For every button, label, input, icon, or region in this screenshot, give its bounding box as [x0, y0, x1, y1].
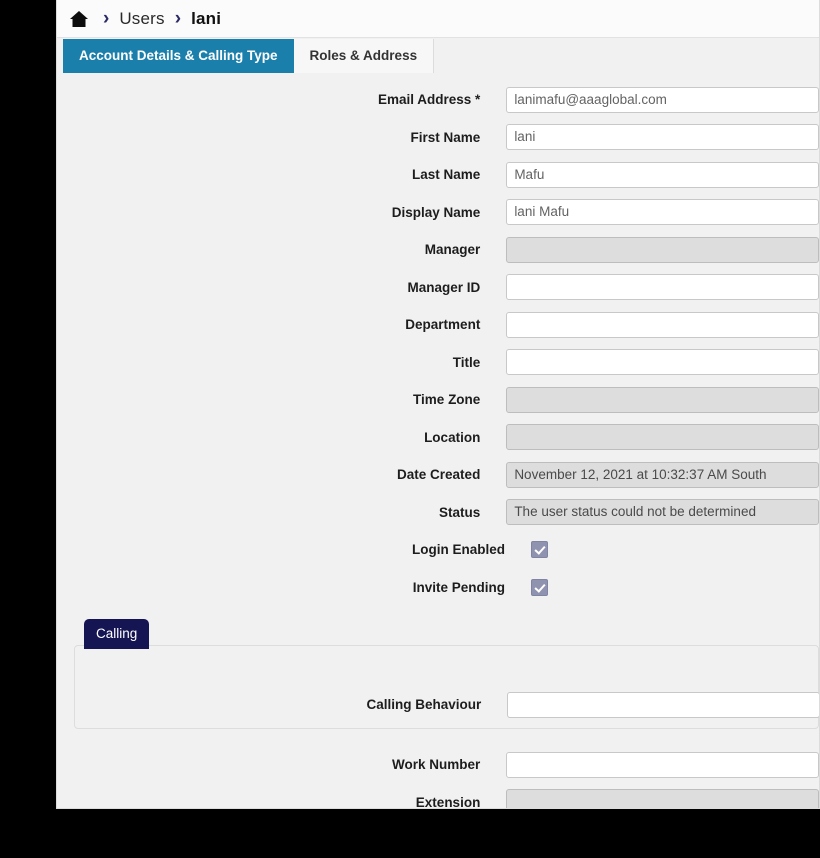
label-extension: Extension — [415, 794, 481, 808]
label-time-zone: Time Zone — [413, 392, 481, 408]
tab-roles-and-address[interactable]: Roles & Address — [293, 39, 435, 73]
label-last-name: Last Name — [412, 167, 481, 183]
label-calling-behaviour: Calling Behaviour — [366, 697, 482, 713]
input-time-zone — [506, 386, 819, 413]
input-title[interactable] — [506, 349, 819, 376]
label-manager-id: Manager ID — [407, 279, 481, 295]
home-icon[interactable] — [69, 10, 89, 28]
input-calling-behaviour[interactable] — [507, 691, 819, 718]
form-row-date-created: Date Created November 12, 2021 at 10:32:… — [57, 456, 819, 494]
label-manager: Manager — [424, 242, 481, 258]
label-status: Status — [439, 504, 481, 520]
input-manager-id[interactable] — [506, 274, 819, 301]
user-details-window: › Users › lani Account Details & Calling… — [57, 0, 819, 808]
form-row-manager: Manager — [57, 231, 819, 269]
label-invite-pending: Invite Pending — [412, 579, 505, 595]
checkbox-invite-pending[interactable] — [531, 578, 548, 596]
label-location: Location — [424, 429, 481, 445]
form-row-invite-pending: Invite Pending — [57, 569, 819, 607]
input-status: The user status could not be determined — [506, 499, 819, 526]
form-row-time-zone: Time Zone — [57, 381, 819, 419]
form-row-status: Status The user status could not be dete… — [57, 494, 819, 532]
tab-account-details-and-calling-type[interactable]: Account Details & Calling Type — [63, 39, 294, 73]
calling-section: Calling Calling Behaviour — [74, 619, 819, 729]
form-row-title: Title — [57, 344, 819, 382]
form-row-email-address: Email Address * lanimafu@aaaglobal.com — [57, 81, 819, 119]
breadcrumb-item-users[interactable]: Users — [119, 9, 164, 29]
tab-strip: Account Details & Calling Type Roles & A… — [57, 39, 819, 81]
form-row-display-name: Display Name lani Mafu — [57, 194, 819, 232]
breadcrumb: › Users › lani — [57, 0, 819, 38]
calling-section-legend: Calling — [84, 619, 150, 649]
form-row-calling-behaviour: Calling Behaviour — [58, 686, 819, 724]
label-display-name: Display Name — [391, 204, 481, 220]
account-details-form: Email Address * lanimafu@aaaglobal.com F… — [57, 81, 819, 808]
input-display-name[interactable]: lani Mafu — [506, 199, 819, 226]
form-row-department: Department — [57, 306, 819, 344]
input-date-created: November 12, 2021 at 10:32:37 AM South — [506, 461, 819, 488]
label-first-name: First Name — [410, 129, 481, 145]
label-date-created: Date Created — [397, 467, 481, 483]
form-row-work-number: Work Number — [57, 746, 819, 784]
input-manager — [506, 236, 819, 263]
input-location — [506, 424, 819, 451]
input-department[interactable] — [506, 311, 819, 338]
breadcrumb-item-current: lani — [191, 8, 222, 28]
form-row-location: Location — [57, 419, 819, 457]
input-work-number[interactable] — [506, 751, 819, 778]
label-department: Department — [405, 317, 481, 333]
form-row-last-name: Last Name Mafu — [57, 156, 819, 194]
breadcrumb-separator-1: › — [103, 8, 110, 29]
input-first-name[interactable]: lani — [506, 124, 819, 151]
breadcrumb-separator-2: › — [174, 8, 182, 29]
form-row-manager-id: Manager ID — [57, 269, 819, 307]
input-extension — [506, 789, 819, 808]
label-work-number: Work Number — [392, 757, 481, 773]
checkbox-login-enabled[interactable] — [531, 541, 548, 559]
form-row-login-enabled: Login Enabled — [57, 531, 819, 569]
form-row-first-name: First Name lani — [57, 119, 819, 157]
label-email-address: Email Address * — [378, 92, 481, 108]
label-title: Title — [452, 354, 481, 370]
label-login-enabled: Login Enabled — [412, 542, 505, 558]
input-email-address[interactable]: lanimafu@aaaglobal.com — [506, 86, 819, 113]
tab-strip-filler — [434, 39, 819, 74]
form-row-extension: Extension — [57, 784, 819, 808]
input-last-name[interactable]: Mafu — [506, 161, 819, 188]
